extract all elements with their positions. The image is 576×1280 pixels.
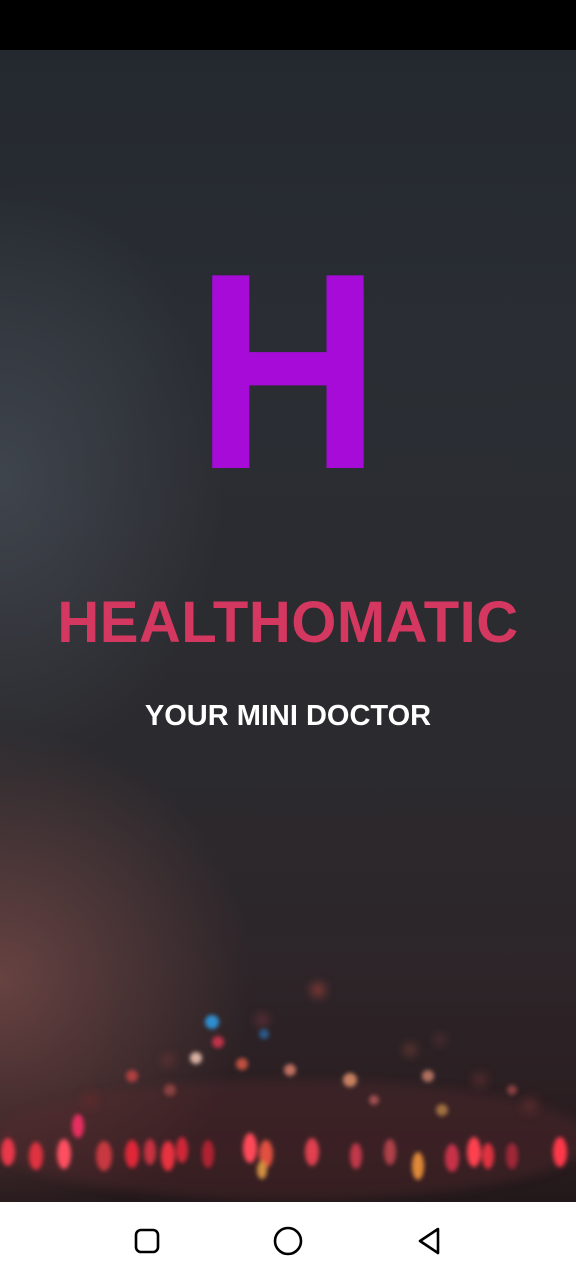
splash-screen: H HEALTHOMATIC YOUR MINI DOCTOR [0, 0, 576, 1280]
system-navigation-bar [0, 1202, 576, 1280]
recents-button[interactable] [127, 1221, 167, 1261]
status-bar [0, 0, 576, 50]
home-button[interactable] [268, 1221, 308, 1261]
recents-square-icon [134, 1228, 160, 1254]
app-name: HEALTHOMATIC [57, 590, 519, 655]
back-triangle-icon [418, 1227, 440, 1255]
back-button[interactable] [409, 1221, 449, 1261]
splash-background: H HEALTHOMATIC YOUR MINI DOCTOR [0, 50, 576, 1202]
app-tagline: YOUR MINI DOCTOR [144, 700, 432, 732]
app-logo: H [194, 216, 382, 528]
home-circle-icon [273, 1226, 303, 1256]
bokeh-city-lights [0, 983, 576, 1200]
